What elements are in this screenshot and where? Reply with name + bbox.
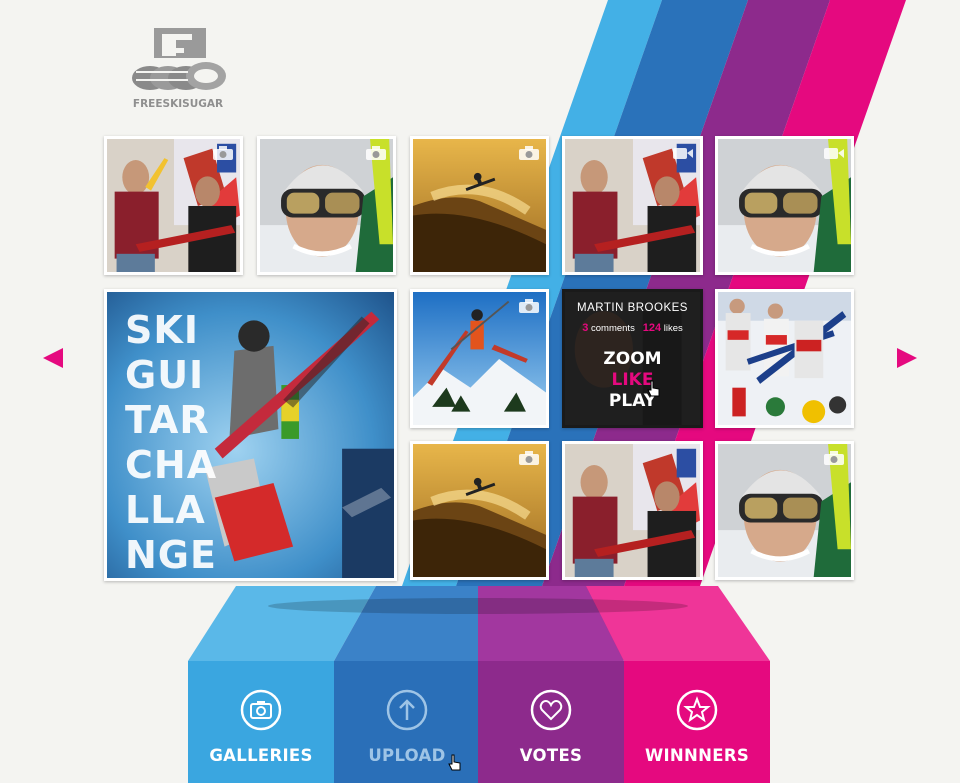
title-line: SKI (125, 308, 199, 352)
prev-arrow[interactable] (43, 348, 63, 368)
shadow (268, 598, 688, 614)
hover-overlay: MARTIN BROOKES 3 comments 124 likes ZOOM… (565, 292, 700, 425)
video-icon (673, 148, 693, 159)
camera-icon (519, 146, 539, 160)
gallery-tile[interactable] (410, 136, 549, 275)
camera-icon (519, 299, 539, 313)
votes-label: VOTES (519, 746, 583, 765)
title-line: CHA (125, 443, 218, 487)
gallery-tile[interactable] (562, 441, 703, 580)
zoom-button[interactable]: ZOOM (565, 349, 700, 370)
stats: 3 comments 124 likes (565, 322, 700, 334)
photo-ski-crowd (718, 292, 851, 425)
author-name: MARTIN BROOKES (577, 302, 688, 314)
logo[interactable]: FREESKISUGAR (128, 26, 228, 118)
comments-label: comments (591, 323, 635, 334)
hand-cursor-icon (448, 754, 461, 771)
actions: ZOOM LIKE PLAY (565, 349, 700, 412)
gallery-tile[interactable] (562, 136, 703, 275)
votes-button[interactable]: VOTES (478, 661, 624, 783)
page: FREESKISUGAR SKI GUI TAR CHA LLA NGE MAR… (0, 0, 960, 783)
gallery-tile[interactable] (715, 136, 854, 275)
logo-mark (132, 28, 226, 90)
winners-label: WINNNERS (644, 746, 750, 765)
gallery-tile[interactable] (410, 289, 549, 428)
camera-icon (240, 689, 282, 731)
camera-icon (519, 451, 539, 465)
comments-count: 3 (582, 322, 589, 334)
title-line: LLA (125, 488, 206, 532)
gallery-tile[interactable] (257, 136, 396, 275)
play-button[interactable]: PLAY (565, 391, 700, 412)
gallery-tile[interactable] (715, 289, 854, 428)
likes-label: likes (663, 323, 683, 334)
gallery-tile[interactable] (715, 441, 854, 580)
hand-cursor-icon (647, 380, 660, 397)
upload-arrow-icon (386, 689, 428, 731)
camera-icon (824, 451, 844, 465)
winners-button[interactable]: WINNNERS (624, 661, 770, 783)
star-icon (676, 689, 718, 731)
galleries-button[interactable]: GALLERIES (188, 661, 334, 783)
featured-tile[interactable]: SKI GUI TAR CHA LLA NGE (104, 289, 397, 581)
likes-count: 124 (642, 322, 662, 334)
logo-text: FREESKISUGAR (132, 98, 224, 110)
title-line: NGE (125, 533, 217, 577)
video-icon (824, 148, 844, 159)
next-arrow[interactable] (897, 348, 917, 368)
title-line: TAR (125, 398, 210, 442)
title-line: GUI (125, 353, 205, 397)
upload-button[interactable]: UPLOAD (334, 661, 480, 783)
hover-tile[interactable]: MARTIN BROOKES 3 comments 124 likes ZOOM… (562, 289, 703, 428)
heart-icon (530, 689, 572, 731)
photo-two-guys-guitars (565, 444, 700, 577)
galleries-label: GALLERIES (209, 746, 313, 765)
like-button[interactable]: LIKE (565, 370, 700, 391)
gallery-tile[interactable] (410, 441, 549, 580)
gallery-tile[interactable] (104, 136, 243, 275)
featured-title: SKI GUI TAR CHA LLA NGE (125, 308, 217, 578)
camera-icon (213, 146, 233, 160)
camera-icon (366, 146, 386, 160)
